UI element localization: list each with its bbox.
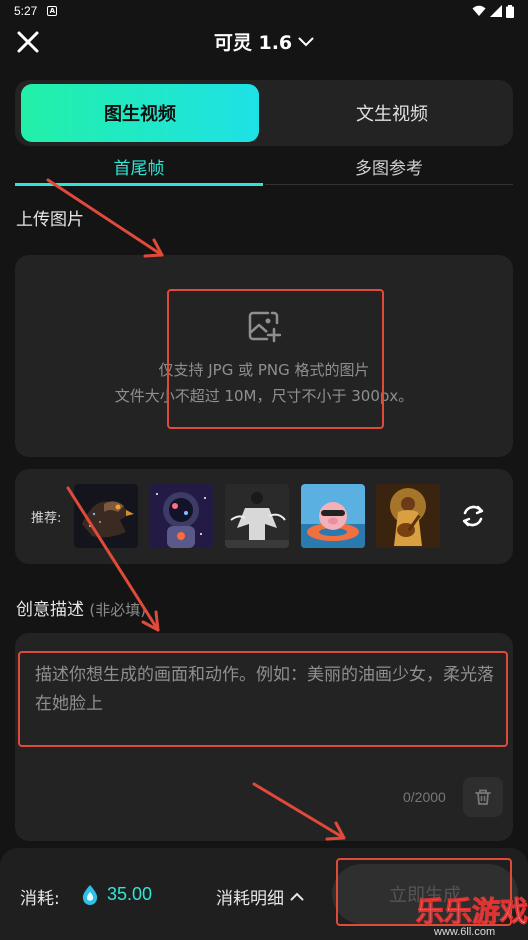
status-bar: 5:27 A — [0, 0, 528, 22]
wifi-icon — [472, 5, 486, 16]
tab-multi-image-reference[interactable]: 多图参考 — [265, 148, 513, 184]
watermark-url: www.6ll.com — [434, 926, 496, 938]
description-placeholder: 描述你想生成的画面和动作。例如：美丽的油画少女，柔光落在她脸上 — [35, 665, 494, 714]
recommended-images: 推荐: — [15, 469, 513, 564]
status-time: 5:27 — [14, 4, 38, 18]
model-selector[interactable]: 可灵 1.6 — [0, 28, 528, 55]
page-title: 可灵 1.6 — [213, 32, 293, 54]
energy-drop-icon — [82, 885, 98, 905]
character-counter: 0/2000 — [403, 789, 446, 805]
watermark-logo: 乐乐游戏 www.6ll.com — [416, 890, 528, 940]
cost-details-button[interactable]: 消耗明细 — [216, 884, 304, 909]
recommended-image-pig[interactable] — [301, 484, 365, 548]
watermark-text: 乐乐游戏 — [416, 895, 528, 929]
sub-tabs: 首尾帧 多图参考 — [15, 148, 513, 186]
chevron-down-icon — [298, 37, 314, 46]
image-upload-area[interactable]: 仅支持 JPG 或 PNG 格式的图片 文件大小不超过 10M，尺寸不小于 30… — [15, 255, 513, 457]
clear-button[interactable] — [463, 777, 503, 817]
recommended-image-dancer[interactable] — [225, 484, 289, 548]
description-label: 创意描述 — [16, 600, 84, 620]
recommend-label: 推荐: — [31, 511, 62, 526]
notification-icon: A — [47, 6, 58, 16]
trash-icon — [475, 789, 491, 805]
recommended-image-astronaut[interactable] — [149, 484, 213, 548]
cost-details-label: 消耗明细 — [216, 889, 284, 909]
mode-toggle: 图生视频 文生视频 — [15, 80, 513, 146]
active-tab-indicator — [15, 183, 263, 186]
refresh-icon[interactable] — [459, 502, 487, 530]
add-image-icon — [248, 311, 281, 343]
upload-section-label: 上传图片 — [16, 210, 84, 230]
signal-icon — [490, 5, 502, 17]
recommended-image-guitarist[interactable] — [376, 484, 440, 548]
cost-label: 消耗: — [20, 889, 60, 909]
cost-value: 35.00 — [107, 884, 153, 904]
tab-image-to-video[interactable]: 图生视频 — [21, 84, 259, 142]
top-bar: 可灵 1.6 — [0, 22, 528, 60]
tab-divider — [265, 184, 513, 185]
battery-icon — [506, 4, 514, 18]
description-input[interactable]: 描述你想生成的画面和动作。例如：美丽的油画少女，柔光落在她脸上 0/2000 — [15, 633, 513, 841]
upload-format-hint: 仅支持 JPG 或 PNG 格式的图片 — [158, 361, 370, 379]
tab-first-last-frame[interactable]: 首尾帧 — [15, 148, 263, 184]
upload-size-hint: 文件大小不超过 10M，尺寸不小于 300px。 — [114, 387, 414, 405]
tab-text-to-video[interactable]: 文生视频 — [277, 84, 507, 142]
recommended-image-eagle[interactable] — [74, 484, 138, 548]
description-optional-hint: (非必填) — [89, 601, 147, 619]
chevron-up-icon — [290, 892, 304, 901]
description-section-label: 创意描述 (非必填) — [16, 595, 146, 620]
status-icons — [472, 4, 514, 18]
